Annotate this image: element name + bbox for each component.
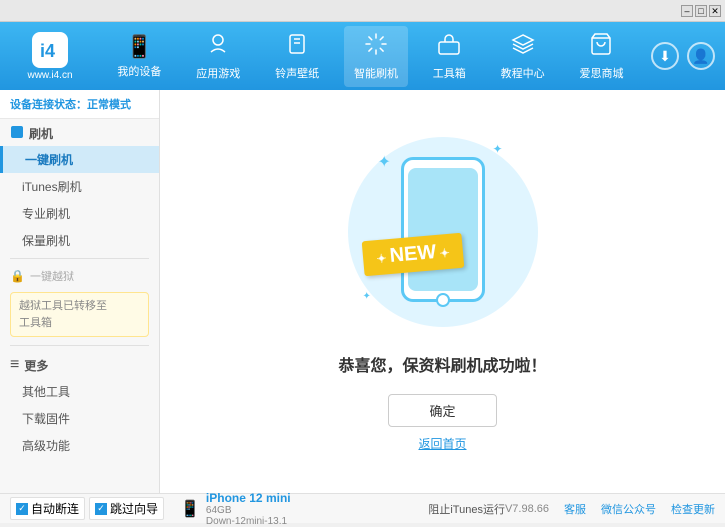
sidebar-item-one-key-flash[interactable]: 一键刷机 xyxy=(0,146,159,173)
my-device-label: 我的设备 xyxy=(117,63,161,79)
phone-body xyxy=(401,157,485,302)
bottom-right: V7.98.66 客服 微信公众号 检查更新 xyxy=(505,501,715,517)
success-message: 恭喜您，保资料刷机成功啦！ xyxy=(338,352,546,376)
smart-flash-icon xyxy=(364,32,388,62)
device-name: iPhone 12 mini xyxy=(206,491,291,505)
my-device-icon: 📱 xyxy=(126,34,153,60)
bottom-bar: 自动断连 跳过向导 📱 iPhone 12 mini 64GB Down-12m… xyxy=(0,493,725,523)
download-btn[interactable]: ⬇ xyxy=(651,42,679,70)
close-btn[interactable]: ✕ xyxy=(709,5,721,17)
tutorial-icon xyxy=(511,32,535,62)
skip-wizard-checkbox[interactable]: 跳过向导 xyxy=(89,497,164,520)
stop-itunes-btn[interactable]: 阻止iTunes运行 xyxy=(418,501,505,517)
minimize-btn[interactable]: – xyxy=(681,5,693,17)
sidebar-section-flash: 刷机 xyxy=(0,119,159,146)
sidebar-section-jailbreak: 🔒 一键越狱 xyxy=(0,263,159,288)
sidebar-item-other-tools[interactable]: 其他工具 xyxy=(0,378,159,405)
skip-wizard-label: 跳过向导 xyxy=(110,500,158,517)
title-bar: – □ ✕ xyxy=(0,0,725,22)
nav-mall[interactable]: 爱思商城 xyxy=(569,26,633,87)
ringtone-label: 铃声壁纸 xyxy=(275,65,319,81)
logo-url: www.i4.cn xyxy=(27,70,72,81)
checkbox-group: 自动断连 跳过向导 xyxy=(10,497,164,520)
sidebar-section-more: ≡ 更多 xyxy=(0,350,159,378)
toolbox-icon xyxy=(437,32,461,62)
ringtone-icon xyxy=(285,32,309,62)
skip-wizard-check-icon xyxy=(95,503,107,515)
divider-1 xyxy=(10,258,149,259)
connection-status: 设备连接状态：正常模式 xyxy=(0,90,159,119)
go-home-link[interactable]: 返回首页 xyxy=(418,435,466,452)
jailbreak-notice: 越狱工具已转移至工具箱 xyxy=(10,292,149,337)
nav-toolbox[interactable]: 工具箱 xyxy=(423,26,476,87)
sparkle-icon-3: ✦ xyxy=(363,291,371,302)
flash-section-title: 刷机 xyxy=(29,125,53,142)
divider-2 xyxy=(10,345,149,346)
sidebar: 设备连接状态：正常模式 刷机 一键刷机 iTunes刷机 专业刷机 保量刷机 🔒… xyxy=(0,90,160,493)
main-content: ✦ ✦ ✦ NEW 恭喜您，保资料刷机成功啦！ 确定 返回首页 xyxy=(160,90,725,493)
smart-flash-label: 智能刷机 xyxy=(354,65,398,81)
service-link[interactable]: 客服 xyxy=(564,501,586,517)
mall-icon xyxy=(589,32,613,62)
device-storage: 64GB xyxy=(206,505,291,516)
auto-close-checkbox[interactable]: 自动断连 xyxy=(10,497,85,520)
nav-smart-flash[interactable]: 智能刷机 xyxy=(344,26,408,87)
sidebar-item-pro-flash[interactable]: 专业刷机 xyxy=(0,200,159,227)
success-illustration: ✦ ✦ ✦ NEW xyxy=(343,132,543,332)
tutorial-label: 教程中心 xyxy=(501,65,545,81)
svg-text:i4: i4 xyxy=(40,41,55,61)
nav-app-game[interactable]: 应用游戏 xyxy=(186,26,250,87)
device-icon: 📱 xyxy=(180,499,200,519)
logo[interactable]: i4 www.i4.cn xyxy=(10,32,90,81)
device-info: 📱 iPhone 12 mini 64GB Down-12mini-13.1 xyxy=(170,491,418,527)
bottom-left: 自动断连 跳过向导 xyxy=(10,497,170,520)
app-game-label: 应用游戏 xyxy=(196,65,240,81)
user-btn[interactable]: 👤 xyxy=(687,42,715,70)
status-label: 设备连接状态： xyxy=(10,99,87,111)
logo-icon: i4 xyxy=(32,32,68,68)
sidebar-item-advanced[interactable]: 高级功能 xyxy=(0,432,159,459)
sidebar-item-save-flash[interactable]: 保量刷机 xyxy=(0,227,159,254)
auto-close-label: 自动断连 xyxy=(31,500,79,517)
sidebar-item-itunes-flash[interactable]: iTunes刷机 xyxy=(0,173,159,200)
wechat-link[interactable]: 微信公众号 xyxy=(601,501,656,517)
nav-ringtone[interactable]: 铃声壁纸 xyxy=(265,26,329,87)
status-value: 正常模式 xyxy=(87,99,131,111)
phone-home-button xyxy=(436,293,450,307)
device-model: Down-12mini-13.1 xyxy=(206,516,291,527)
main-layout: 设备连接状态：正常模式 刷机 一键刷机 iTunes刷机 专业刷机 保量刷机 🔒… xyxy=(0,90,725,493)
device-details-block: iPhone 12 mini 64GB Down-12mini-13.1 xyxy=(206,491,291,527)
more-section-title: 更多 xyxy=(24,357,48,374)
maximize-btn[interactable]: □ xyxy=(695,5,707,17)
sidebar-item-download-firmware[interactable]: 下载固件 xyxy=(0,405,159,432)
mall-label: 爱思商城 xyxy=(579,65,623,81)
phone-screen xyxy=(408,168,478,291)
jailbreak-section-title: 一键越狱 xyxy=(30,268,74,284)
nav-bar: 📱 我的设备 应用游戏 铃声壁纸 xyxy=(100,26,641,87)
lock-icon: 🔒 xyxy=(10,269,25,283)
more-section-icon: ≡ xyxy=(10,356,19,374)
confirm-button[interactable]: 确定 xyxy=(388,394,496,427)
sparkle-icon-2: ✦ xyxy=(492,142,502,156)
header-actions: ⬇ 👤 xyxy=(651,42,715,70)
auto-close-check-icon xyxy=(16,503,28,515)
nav-tutorial[interactable]: 教程中心 xyxy=(491,26,555,87)
header: i4 www.i4.cn 📱 我的设备 应用游戏 xyxy=(0,22,725,90)
flash-section-icon xyxy=(10,125,24,142)
app-game-icon xyxy=(206,32,230,62)
sparkle-icon-1: ✦ xyxy=(378,152,391,172)
nav-my-device[interactable]: 📱 我的设备 xyxy=(107,28,171,85)
toolbox-label: 工具箱 xyxy=(433,65,466,81)
check-update-link[interactable]: 检查更新 xyxy=(671,501,715,517)
version-label: V7.98.66 xyxy=(505,503,549,515)
